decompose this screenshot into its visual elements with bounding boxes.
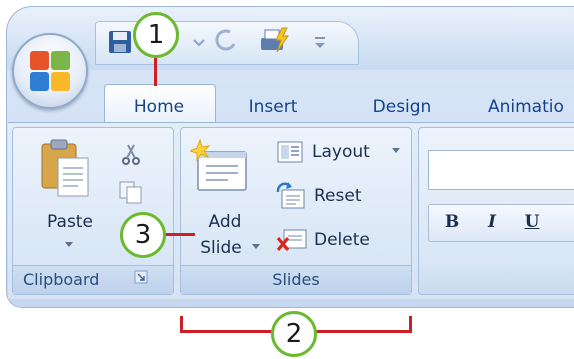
cut-icon[interactable] [120, 142, 142, 166]
save-icon[interactable] [108, 30, 132, 54]
add-slide-label-line2[interactable]: Slide [195, 238, 247, 258]
delete-icon[interactable] [276, 226, 308, 252]
callout-2-bracket-right [409, 316, 412, 333]
clipboard-group-label: Clipboard [13, 265, 173, 294]
reset-icon[interactable] [276, 182, 308, 210]
paste-dropdown-icon[interactable] [62, 240, 76, 250]
slides-group-label: Slides [181, 265, 411, 294]
add-slide-label-line1[interactable]: Add [200, 212, 250, 232]
redo-icon[interactable] [214, 28, 238, 54]
copy-icon[interactable] [118, 180, 144, 204]
italic-button[interactable]: I [478, 207, 506, 237]
add-slide-dropdown-icon[interactable] [250, 242, 262, 252]
layout-dropdown-icon[interactable] [390, 146, 402, 156]
paste-label[interactable]: Paste [40, 212, 100, 232]
layout-icon[interactable] [276, 140, 304, 164]
tab-insert[interactable]: Insert [228, 92, 318, 122]
bold-button[interactable]: B [438, 207, 466, 237]
font-name-field[interactable] [428, 150, 574, 190]
tab-design[interactable]: Design [352, 92, 452, 122]
callout-2-bracket-left [180, 316, 183, 333]
new-slide-icon[interactable] [190, 138, 250, 194]
delete-button[interactable]: Delete [314, 227, 370, 253]
tab-animations[interactable]: Animatio [488, 92, 574, 122]
quick-print-icon[interactable] [258, 26, 292, 56]
customize-toolbar-icon[interactable] [312, 34, 328, 52]
callout-1: 1 [133, 12, 179, 58]
clipboard-group: Clipboard [12, 127, 174, 295]
callout-2: 2 [271, 311, 317, 357]
layout-button[interactable]: Layout [312, 139, 370, 165]
undo-dropdown-icon[interactable] [192, 32, 206, 52]
underline-button[interactable]: U [518, 207, 546, 237]
callout-3-leader [165, 233, 195, 236]
paste-icon[interactable] [38, 138, 92, 200]
callout-3: 3 [120, 212, 166, 258]
reset-button[interactable]: Reset [314, 183, 362, 209]
clipboard-dialog-launcher-icon[interactable] [134, 270, 148, 284]
tab-home[interactable]: Home [104, 92, 214, 122]
